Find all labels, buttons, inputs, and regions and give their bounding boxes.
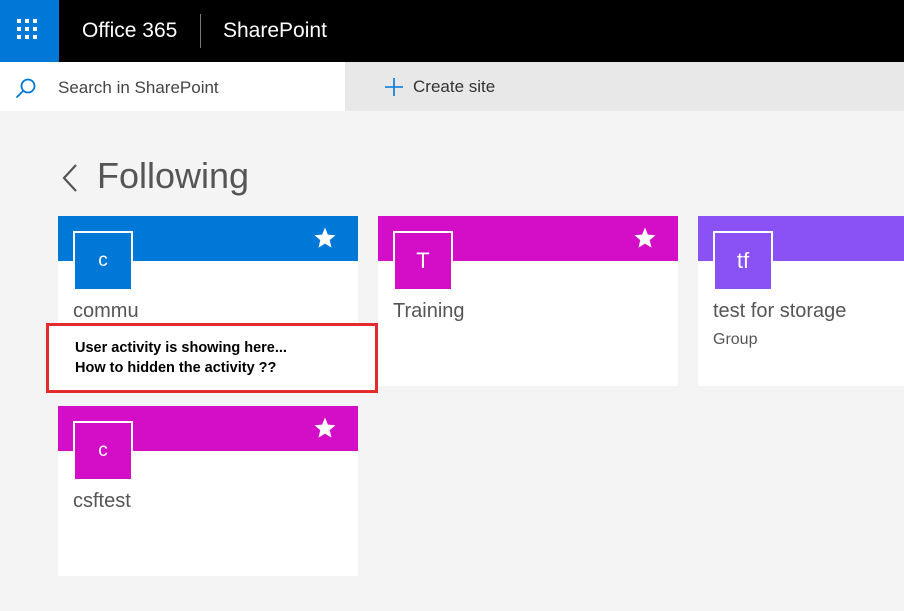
site-card-csftest[interactable]: c csftest	[58, 406, 358, 576]
search-icon[interactable]	[14, 76, 38, 100]
site-name: Training	[393, 300, 465, 322]
chevron-left-icon[interactable]	[60, 162, 80, 194]
plus-icon	[385, 77, 403, 96]
app-launcher-button[interactable]	[0, 0, 59, 62]
site-logo: T	[393, 231, 453, 291]
site-name: commu	[73, 300, 139, 322]
star-icon[interactable]	[313, 416, 337, 440]
site-card-training[interactable]: T Training	[378, 216, 678, 386]
create-site-button[interactable]: Create site	[385, 62, 495, 111]
sharepoint-link[interactable]: SharePoint	[223, 0, 327, 62]
annotation-line-1: User activity is showing here...	[75, 340, 287, 356]
suite-bar: Office 365 SharePoint	[0, 0, 904, 62]
page-title: Following	[97, 155, 250, 196]
search-box	[0, 62, 345, 111]
site-name: test for storage	[713, 300, 847, 322]
site-type: Group	[713, 331, 758, 348]
site-name: csftest	[73, 490, 131, 512]
annotation-box: User activity is showing here... How to …	[46, 323, 378, 393]
site-logo: tf	[713, 231, 773, 291]
annotation-line-2: How to hidden the activity ??	[75, 360, 277, 376]
star-icon[interactable]	[313, 226, 337, 250]
command-bar: Create site	[345, 62, 904, 111]
site-logo: c	[73, 421, 133, 481]
create-site-label: Create site	[413, 76, 496, 96]
office365-link[interactable]: Office 365	[82, 0, 177, 62]
search-input[interactable]	[56, 74, 340, 102]
site-logo: c	[73, 231, 133, 291]
star-icon[interactable]	[633, 226, 657, 250]
waffle-icon	[17, 19, 41, 43]
site-card-test-for-storage[interactable]: tf test for storage Group	[698, 216, 904, 386]
suite-divider	[200, 14, 201, 48]
